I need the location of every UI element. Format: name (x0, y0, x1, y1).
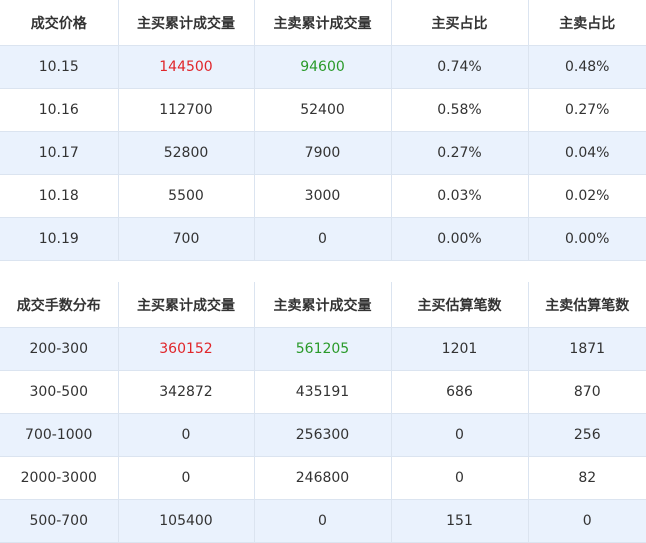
header-sell-cum-volume: 主卖累计成交量 (254, 282, 392, 328)
cell-lot-range: 700-1000 (0, 413, 119, 457)
table-row: 300-500 342872 435191 686 870 (0, 370, 646, 414)
cell-lot-range: 500-700 (0, 499, 119, 543)
cell-buy-volume: 0 (118, 413, 255, 457)
cell-buy-count: 1201 (391, 327, 529, 371)
cell-buy-volume: 105400 (118, 499, 255, 543)
table-row: 10.16 112700 52400 0.58% 0.27% (0, 88, 646, 132)
cell-buy-ratio: 0.74% (391, 45, 529, 89)
cell-buy-ratio: 0.03% (391, 174, 529, 218)
cell-sell-volume: 246800 (254, 456, 392, 500)
cell-lot-range: 200-300 (0, 327, 119, 371)
cell-sell-volume: 256300 (254, 413, 392, 457)
header-buy-ratio: 主买占比 (391, 0, 529, 46)
header-sell-est-count: 主卖估算笔数 (528, 282, 646, 328)
header-trade-price: 成交价格 (0, 0, 119, 46)
cell-price: 10.17 (0, 131, 119, 175)
cell-buy-ratio: 0.27% (391, 131, 529, 175)
cell-buy-volume: 112700 (118, 88, 255, 132)
header-buy-est-count: 主买估算笔数 (391, 282, 529, 328)
cell-buy-volume: 360152 (118, 327, 255, 371)
header-sell-ratio: 主卖占比 (528, 0, 646, 46)
cell-price: 10.18 (0, 174, 119, 218)
table-row: 200-300 360152 561205 1201 1871 (0, 327, 646, 371)
cell-buy-volume: 144500 (118, 45, 255, 89)
cell-sell-count: 82 (528, 456, 646, 500)
cell-sell-volume: 3000 (254, 174, 392, 218)
cell-buy-ratio: 0.00% (391, 217, 529, 261)
cell-sell-volume: 0 (254, 217, 392, 261)
price-volume-table: 成交价格 主买累计成交量 主卖累计成交量 主买占比 主卖占比 10.15 144… (0, 0, 646, 261)
table-row: 500-700 105400 0 151 0 (0, 499, 646, 543)
cell-buy-volume: 0 (118, 456, 255, 500)
cell-buy-volume: 700 (118, 217, 255, 261)
cell-lot-range: 2000-3000 (0, 456, 119, 500)
cell-buy-ratio: 0.58% (391, 88, 529, 132)
cell-buy-count: 0 (391, 413, 529, 457)
cell-buy-volume: 5500 (118, 174, 255, 218)
cell-price: 10.16 (0, 88, 119, 132)
lot-size-distribution-table: 成交手数分布 主买累计成交量 主卖累计成交量 主买估算笔数 主卖估算笔数 200… (0, 282, 646, 543)
cell-lot-range: 300-500 (0, 370, 119, 414)
header-sell-cum-volume: 主卖累计成交量 (254, 0, 392, 46)
cell-sell-ratio: 0.02% (528, 174, 646, 218)
cell-price: 10.19 (0, 217, 119, 261)
table-row: 10.19 700 0 0.00% 0.00% (0, 217, 646, 261)
table-header-row: 成交价格 主买累计成交量 主卖累计成交量 主买占比 主卖占比 (0, 0, 646, 46)
table-header-row: 成交手数分布 主买累计成交量 主卖累计成交量 主买估算笔数 主卖估算笔数 (0, 282, 646, 328)
cell-sell-count: 0 (528, 499, 646, 543)
cell-sell-volume: 561205 (254, 327, 392, 371)
cell-sell-ratio: 0.00% (528, 217, 646, 261)
cell-buy-count: 151 (391, 499, 529, 543)
cell-sell-ratio: 0.27% (528, 88, 646, 132)
cell-sell-count: 1871 (528, 327, 646, 371)
cell-sell-volume: 0 (254, 499, 392, 543)
table-row: 10.17 52800 7900 0.27% 0.04% (0, 131, 646, 175)
table-row: 700-1000 0 256300 0 256 (0, 413, 646, 457)
cell-buy-volume: 52800 (118, 131, 255, 175)
trade-distribution-panel: 成交价格 主买累计成交量 主卖累计成交量 主买占比 主卖占比 10.15 144… (0, 0, 646, 543)
cell-sell-volume: 435191 (254, 370, 392, 414)
cell-buy-count: 0 (391, 456, 529, 500)
table-row: 10.15 144500 94600 0.74% 0.48% (0, 45, 646, 89)
cell-buy-volume: 342872 (118, 370, 255, 414)
cell-sell-ratio: 0.48% (528, 45, 646, 89)
table-row: 2000-3000 0 246800 0 82 (0, 456, 646, 500)
cell-sell-count: 256 (528, 413, 646, 457)
cell-sell-count: 870 (528, 370, 646, 414)
header-lot-distribution: 成交手数分布 (0, 282, 119, 328)
header-buy-cum-volume: 主买累计成交量 (118, 282, 255, 328)
cell-sell-volume: 7900 (254, 131, 392, 175)
cell-sell-volume: 52400 (254, 88, 392, 132)
header-buy-cum-volume: 主买累计成交量 (118, 0, 255, 46)
cell-sell-volume: 94600 (254, 45, 392, 89)
cell-price: 10.15 (0, 45, 119, 89)
table-row: 10.18 5500 3000 0.03% 0.02% (0, 174, 646, 218)
cell-buy-count: 686 (391, 370, 529, 414)
cell-sell-ratio: 0.04% (528, 131, 646, 175)
